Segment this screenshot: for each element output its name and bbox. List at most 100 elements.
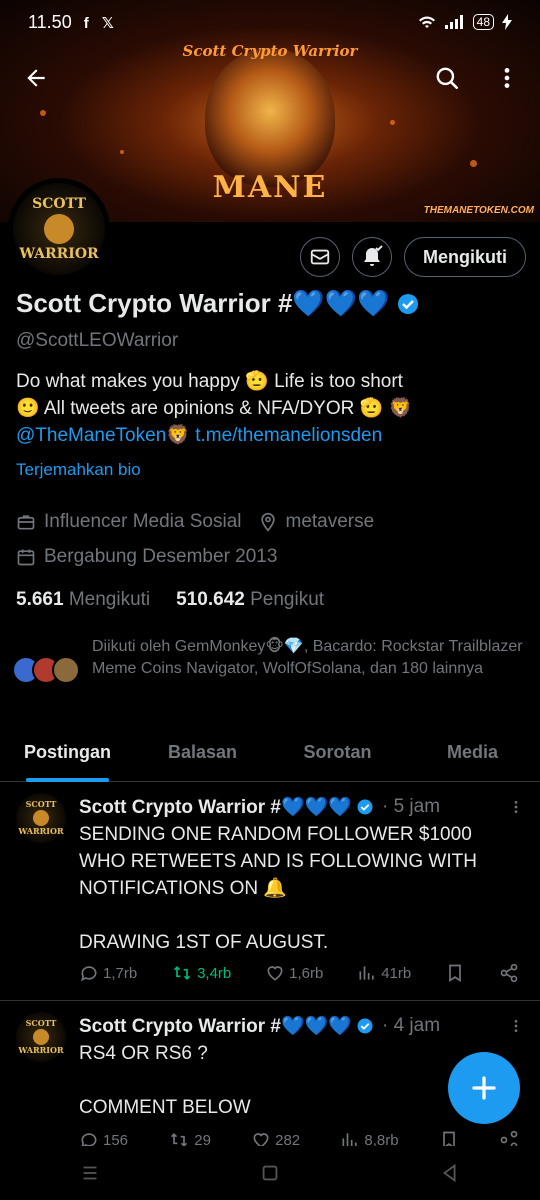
compose-post-button[interactable] xyxy=(448,1052,520,1124)
retweet-count: 3,4rb xyxy=(197,964,232,982)
tweet-avatar[interactable]: SCOTT WARRIOR xyxy=(16,1012,66,1062)
tweet-avatar-text: WARRIOR xyxy=(18,826,64,836)
share-icon xyxy=(500,1130,518,1146)
follower-avatars xyxy=(12,656,80,684)
bio-url-link[interactable]: t.me/themanelionsden xyxy=(195,425,382,446)
system-nav-bar xyxy=(0,1146,540,1200)
verified-badge-icon xyxy=(397,293,418,314)
x-icon: 𝕏 xyxy=(101,14,114,32)
status-right: 48 xyxy=(417,14,512,30)
reply-count: 1,7rb xyxy=(103,964,138,982)
tweet-timestamp: · 4 jam xyxy=(381,1015,441,1036)
views-button[interactable]: 41rb xyxy=(357,963,411,983)
banner-site: THEMANETOKEN.COM xyxy=(423,205,534,216)
follower-avatar xyxy=(52,656,80,684)
heart-icon xyxy=(267,966,283,981)
profile-category: Influencer Media Sosial xyxy=(44,511,242,532)
like-count: 282 xyxy=(275,1131,301,1147)
share-button[interactable] xyxy=(499,1130,519,1146)
facebook-icon: f xyxy=(83,14,89,32)
followers-stat[interactable]: 510.642 Pengikut xyxy=(176,589,324,611)
location-pin-icon xyxy=(260,512,275,532)
search-icon xyxy=(436,67,459,90)
following-stat[interactable]: 5.661 Mengikuti xyxy=(16,589,150,611)
tweet-author-name[interactable]: Scott Crypto Warrior #💙💙💙 xyxy=(79,1014,352,1038)
heart-icon xyxy=(253,1133,269,1146)
tweet-author-name[interactable]: Scott Crypto Warrior #💙💙💙 xyxy=(79,795,352,819)
share-icon xyxy=(500,963,518,983)
retweet-icon xyxy=(171,1132,188,1146)
tweet-timestamp: · 5 jam xyxy=(381,796,441,817)
retweet-button[interactable]: 29 xyxy=(168,1130,211,1146)
share-button[interactable] xyxy=(499,963,519,983)
tab-media[interactable]: Media xyxy=(405,728,540,781)
tweet-avatar[interactable]: SCOTT WARRIOR xyxy=(16,793,66,843)
more-vertical-icon xyxy=(504,68,510,88)
calendar-icon xyxy=(17,549,35,566)
status-notification-icons: f 𝕏 xyxy=(84,12,122,33)
tab-posts[interactable]: Postingan xyxy=(0,728,135,782)
profile-tabs: Postingan Balasan Sorotan Media xyxy=(0,728,540,782)
tweet-header: Scott Crypto Warrior #💙💙💙 · 4 jam xyxy=(79,1014,524,1038)
reply-count: 156 xyxy=(103,1131,129,1147)
avatar-image: SCOTT WARRIOR xyxy=(13,183,105,275)
tweet-text: SENDING ONE RANDOM FOLLOWER $1000 WHO RE… xyxy=(79,824,477,953)
home-square-icon[interactable] xyxy=(259,1162,281,1184)
translate-bio-link[interactable]: Terjemahkan bio xyxy=(16,460,141,480)
more-options-button[interactable] xyxy=(487,58,527,98)
reply-icon xyxy=(81,1133,97,1146)
followed-by[interactable]: Diikuti oleh GemMonkey🐵💎, Bacardo: Rocks… xyxy=(12,636,532,684)
notifications-button[interactable] xyxy=(352,237,392,277)
status-time: 11.50 xyxy=(28,11,72,32)
views-chart-icon xyxy=(359,966,374,980)
avatar-text-bottom: WARRIOR xyxy=(19,246,99,262)
plus-icon xyxy=(472,1076,496,1100)
tab-replies[interactable]: Balasan xyxy=(135,728,270,781)
bookmark-icon xyxy=(442,1131,455,1146)
profile-stats: 5.661 Mengikuti 510.642 Pengikut xyxy=(16,589,324,611)
ember-decoration xyxy=(40,110,46,116)
retweet-button[interactable]: 3,4rb xyxy=(171,963,231,983)
reply-button[interactable]: 156 xyxy=(79,1130,128,1146)
lion-emblem xyxy=(205,48,335,188)
lion-head-graphic xyxy=(33,1029,49,1045)
profile-actions: Mengikuti xyxy=(300,237,526,277)
bookmark-button[interactable] xyxy=(439,1130,459,1146)
views-count: 41rb xyxy=(381,964,412,982)
bio-mention-link[interactable]: @TheManeToken🦁 xyxy=(16,425,190,446)
envelope-icon xyxy=(310,249,330,265)
back-button[interactable] xyxy=(16,58,56,98)
verified-badge-icon xyxy=(357,1018,373,1034)
profile-avatar[interactable]: SCOTT WARRIOR xyxy=(8,178,110,280)
avatar-text-top: SCOTT xyxy=(32,196,86,212)
views-button[interactable]: 8,8rb xyxy=(340,1130,399,1146)
retweet-icon xyxy=(173,965,191,981)
wifi-icon xyxy=(418,16,435,28)
more-vertical-icon[interactable] xyxy=(508,799,524,815)
charging-icon xyxy=(502,14,512,30)
banner-title: Scott Crypto Warrior xyxy=(182,42,358,60)
bookmark-button[interactable] xyxy=(445,963,465,983)
ember-decoration xyxy=(120,150,124,154)
profile-name: Scott Crypto Warrior #💙💙💙 xyxy=(16,288,390,318)
bookmark-icon xyxy=(449,964,461,983)
lion-head-graphic xyxy=(33,810,49,826)
tweet[interactable]: SCOTT WARRIOR Scott Crypto Warrior #💙💙💙 … xyxy=(0,783,540,1001)
search-button[interactable] xyxy=(427,58,467,98)
retweet-count: 29 xyxy=(194,1131,211,1147)
profile-joined-date: Bergabung Desember 2013 xyxy=(44,546,278,567)
tab-highlights[interactable]: Sorotan xyxy=(270,728,405,781)
tweet-avatar-text: SCOTT xyxy=(25,1018,57,1028)
bio-line: 🙂 All tweets are opinions & NFA/DYOR 🫡 🦁 xyxy=(16,398,413,419)
like-button[interactable]: 1,6rb xyxy=(265,963,323,983)
message-button[interactable] xyxy=(300,237,340,277)
recents-menu-icon[interactable] xyxy=(79,1162,101,1184)
back-triangle-icon[interactable] xyxy=(439,1162,461,1184)
profile-name-row: Scott Crypto Warrior #💙💙💙 xyxy=(16,288,420,319)
signal-icon xyxy=(444,15,463,29)
like-button[interactable]: 282 xyxy=(251,1130,300,1146)
reply-button[interactable]: 1,7rb xyxy=(79,963,137,983)
following-button[interactable]: Mengikuti xyxy=(404,237,526,277)
more-vertical-icon[interactable] xyxy=(508,1018,524,1034)
ember-decoration xyxy=(390,120,395,125)
